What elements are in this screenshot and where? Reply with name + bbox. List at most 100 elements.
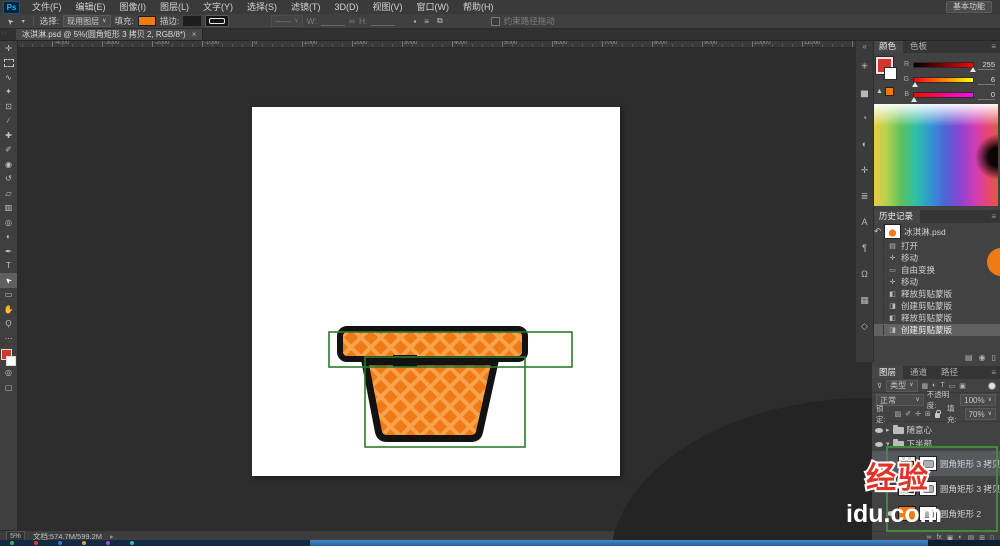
dock-glyphs-icon[interactable]: Ω	[856, 261, 873, 287]
tab-channels[interactable]: 通道	[903, 366, 934, 379]
history-source-column[interactable]	[874, 325, 884, 335]
layer-thumbnail[interactable]	[898, 506, 916, 521]
filter-kind-dropdown[interactable]: 类型 ∨	[886, 380, 917, 392]
history-step[interactable]: ✛移动	[872, 276, 1000, 288]
color-spectrum-field[interactable]	[874, 104, 998, 206]
channel-value-field[interactable]: 255	[978, 60, 995, 70]
tool-pen[interactable]: ✒	[0, 244, 17, 259]
layer-thumbnail[interactable]	[898, 481, 916, 496]
slider-thumb[interactable]	[970, 67, 976, 72]
tool-rectangle-shape[interactable]: ▭	[0, 288, 17, 303]
lock-artboard-icon[interactable]: ⊞	[924, 410, 932, 418]
visibility-eye-icon[interactable]	[887, 511, 895, 516]
tool-brush[interactable]: ✐	[0, 143, 17, 158]
vector-mask-thumbnail[interactable]	[919, 506, 937, 521]
document-tab[interactable]: 冰淇淋.psd @ 5%(圆角矩形 3 拷贝 2, RGB/8*) ×	[16, 28, 203, 40]
history-source-column[interactable]	[874, 253, 884, 263]
tool-rectangular-marquee[interactable]	[0, 56, 17, 71]
expand-chevron-icon[interactable]: ▸	[886, 426, 890, 434]
tool-crop[interactable]: ⊡	[0, 99, 17, 114]
quick-mask-button[interactable]: ◎	[0, 366, 17, 381]
dock-clone-source-icon[interactable]: ◐	[856, 131, 873, 157]
history-source-column[interactable]	[874, 241, 884, 251]
dock-actions-icon[interactable]: ≣	[856, 183, 873, 209]
canvas-pasteboard[interactable]: -4000-3000-2000-100001000200030004000500…	[17, 40, 855, 530]
dock-histogram-icon[interactable]: ▅	[856, 79, 873, 105]
layer-row[interactable]: ▸随意心	[872, 423, 1000, 437]
menu-item[interactable]: 视图(V)	[366, 1, 410, 14]
taskbar-app-icon[interactable]	[106, 541, 110, 545]
taskbar-app-icon[interactable]	[130, 541, 134, 545]
slider-track-G[interactable]	[913, 77, 974, 83]
history-step[interactable]: ✛移动	[872, 252, 1000, 264]
tab-swatches[interactable]: 色板	[903, 40, 934, 53]
path-operations-icon[interactable]: ▪	[411, 17, 418, 26]
taskbar-app-icon[interactable]	[34, 541, 38, 545]
tab-color[interactable]: 颜色	[872, 40, 903, 53]
panel-menu-icon[interactable]: ≡	[991, 40, 1000, 53]
tool-edit-toolbar[interactable]: ⋯	[0, 331, 17, 346]
constrain-path-dragging-checkbox[interactable]	[491, 17, 500, 26]
visibility-eye-icon[interactable]	[875, 428, 883, 433]
vector-mask-thumbnail[interactable]	[919, 456, 937, 471]
taskbar-app-icon[interactable]	[10, 541, 14, 545]
history-step[interactable]: ◨创建剪贴蒙版	[872, 324, 1000, 336]
menu-item[interactable]: 窗口(W)	[410, 1, 457, 14]
stroke-color-swatch[interactable]	[183, 16, 201, 26]
taskbar-app-icon[interactable]	[58, 541, 62, 545]
path-selection-tool-icon[interactable]: ➤	[3, 14, 17, 28]
workspace-switcher-button[interactable]: 基本功能	[946, 1, 992, 13]
fill-dropdown[interactable]: 70% ∨	[965, 408, 996, 420]
background-color-swatch[interactable]	[6, 356, 16, 366]
opacity-dropdown[interactable]: 100% ∨	[960, 394, 996, 406]
tab-layers[interactable]: 图层	[872, 366, 903, 379]
layer-row[interactable]: 圆角矩形 3 拷贝	[872, 476, 1000, 501]
tab-paths[interactable]: 路径	[934, 366, 965, 379]
menu-item[interactable]: 文件(F)	[25, 1, 69, 14]
slider-track-R[interactable]	[913, 62, 974, 68]
taskbar-app-icon[interactable]	[82, 541, 86, 545]
new-snapshot-icon[interactable]: ◉	[979, 353, 986, 362]
tool-eraser[interactable]: ▱	[0, 186, 17, 201]
history-step[interactable]: ◧释放剪贴蒙版	[872, 312, 1000, 324]
tool-path-selection[interactable]: ➤	[0, 273, 17, 288]
history-step[interactable]: ◧释放剪贴蒙版	[872, 288, 1000, 300]
channel-value-field[interactable]: 0	[978, 90, 995, 100]
panel-menu-icon[interactable]: ≡	[991, 366, 1000, 379]
history-source-column[interactable]	[874, 265, 884, 275]
screen-mode-button[interactable]: ▢	[0, 380, 17, 395]
history-brush-source-icon[interactable]: ↶	[874, 226, 881, 237]
lock-position-icon[interactable]: ✛	[914, 410, 922, 418]
slider-track-B[interactable]	[913, 92, 974, 98]
menu-item[interactable]: 选择(S)	[240, 1, 284, 14]
panel-menu-icon[interactable]: ≡	[991, 210, 1000, 223]
layer-row[interactable]: 圆角矩形 3 拷贝 2	[872, 451, 1000, 476]
tool-clone-stamp[interactable]: ◉	[0, 157, 17, 172]
menu-item[interactable]: 帮助(H)	[456, 1, 501, 14]
dock-info-icon[interactable]: ✛	[856, 157, 873, 183]
history-source-column[interactable]	[874, 313, 884, 323]
visibility-eye-icon[interactable]	[887, 461, 895, 466]
dock-collapse-panels-icon[interactable]: «	[856, 40, 873, 53]
dock-navigator-icon[interactable]: ◔	[856, 105, 873, 131]
history-step[interactable]: ▭自由变换	[872, 264, 1000, 276]
history-snapshot-row[interactable]: ↶ 冰淇淋.psd	[872, 223, 1000, 240]
menu-item[interactable]: 3D(D)	[328, 1, 366, 14]
tool-history-brush[interactable]: ↺	[0, 172, 17, 187]
layer-row[interactable]: ▾下半部	[872, 437, 1000, 451]
channel-value-field[interactable]: 6	[978, 75, 995, 85]
filter-toggle-switch[interactable]	[988, 382, 996, 390]
tab-overflow-icon[interactable]: ∙∙	[2, 30, 8, 37]
tool-gradient[interactable]: ▥	[0, 201, 17, 216]
stroke-style-preview[interactable]	[205, 15, 229, 27]
visibility-eye-icon[interactable]	[887, 486, 895, 491]
delete-state-icon[interactable]: ▯	[992, 353, 996, 362]
history-source-column[interactable]	[874, 289, 884, 299]
history-step[interactable]: ▤打开	[872, 240, 1000, 252]
tool-dodge[interactable]: ◐	[0, 230, 17, 245]
tool-hand[interactable]: ✋	[0, 302, 17, 317]
filter-smart-objects-icon[interactable]: ▣	[958, 382, 967, 390]
layer-thumbnail[interactable]	[898, 456, 916, 471]
tool-preset-chevron-icon[interactable]: ▾	[20, 18, 27, 25]
lock-image-pixels-icon[interactable]: ✐	[904, 410, 912, 418]
